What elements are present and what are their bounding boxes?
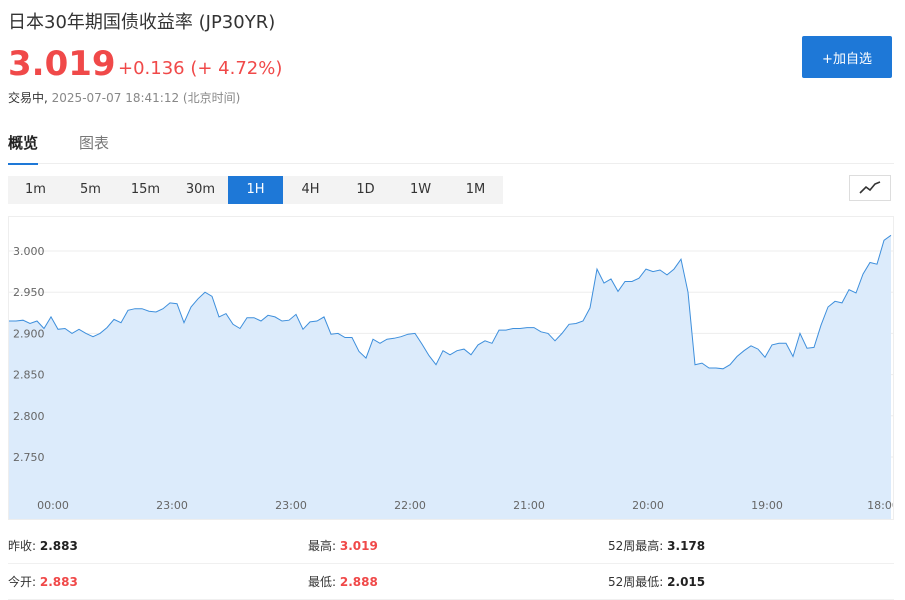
chart-canvas: 3.000 2.950 2.900 2.850 2.800 2.750 00:00 23:00… bbox=[9, 234, 893, 519]
change-value: +0.136 bbox=[118, 58, 185, 79]
period-selector: 1m 5m 15m 30m 1H 4H 1D 1W 1M bbox=[8, 176, 503, 204]
timestamp: 2025-07-07 18:41:12 (北京时间) bbox=[51, 91, 241, 105]
period-4h[interactable]: 4H bbox=[283, 176, 338, 204]
tab-chart[interactable]: 图表 bbox=[79, 132, 109, 163]
y-tick-label: 3.000 bbox=[13, 245, 45, 258]
current-price: 3.019 bbox=[8, 44, 116, 84]
stat-52w-high: 52周最高: 3.178 bbox=[608, 537, 705, 554]
stat-prev-close: 昨收: 2.883 bbox=[8, 537, 78, 554]
period-1mo[interactable]: 1M bbox=[448, 176, 503, 204]
change-percent: (+ 4.72%) bbox=[190, 58, 283, 79]
y-tick-label: 2.900 bbox=[13, 327, 45, 340]
y-tick-label: 2.950 bbox=[13, 286, 45, 299]
stats-row: 今开: 2.883 最低: 2.888 52周最低: 2.015 bbox=[8, 564, 894, 600]
x-tick-label: 23:00 bbox=[156, 499, 188, 512]
x-tick-label: 19:00 bbox=[751, 499, 783, 512]
tab-overview[interactable]: 概览 bbox=[8, 132, 39, 165]
stat-label: 昨收: bbox=[8, 539, 37, 553]
chart-type-button[interactable] bbox=[849, 175, 891, 201]
line-chart-icon bbox=[859, 181, 881, 194]
stat-label: 最低: bbox=[308, 575, 337, 589]
x-tick-label: 21:00 bbox=[513, 499, 545, 512]
stat-label: 今开: bbox=[8, 575, 37, 589]
tab-bar: 概览 图表 bbox=[8, 128, 894, 165]
stat-value: 2.883 bbox=[39, 539, 78, 553]
period-30m[interactable]: 30m bbox=[173, 176, 228, 204]
stats-panel: 昨收: 2.883 最高: 3.019 52周最高: 3.178 今开: 2.8… bbox=[8, 528, 894, 600]
stat-value: 3.019 bbox=[339, 539, 378, 553]
y-tick-label: 2.850 bbox=[13, 369, 45, 382]
trading-status: 交易中, 2025-07-07 18:41:12 (北京时间) bbox=[8, 89, 240, 106]
stat-value: 2.883 bbox=[39, 575, 78, 589]
stat-open: 今开: 2.883 bbox=[8, 573, 78, 590]
period-5m[interactable]: 5m bbox=[63, 176, 118, 204]
stat-52w-low: 52周最低: 2.015 bbox=[608, 573, 705, 590]
add-watchlist-button[interactable]: +加自选 bbox=[802, 36, 892, 78]
period-1h[interactable]: 1H bbox=[228, 176, 283, 204]
price-chart[interactable]: 3.000 2.950 2.900 2.850 2.800 2.750 00:00 23:00… bbox=[8, 216, 894, 520]
price-area bbox=[9, 235, 891, 519]
stats-row: 昨收: 2.883 最高: 3.019 52周最高: 3.178 bbox=[8, 528, 894, 564]
price-change: +0.136 (+ 4.72%) bbox=[118, 58, 282, 79]
period-1m[interactable]: 1m bbox=[8, 176, 63, 204]
x-tick-label: 23:00 bbox=[275, 499, 307, 512]
period-1w[interactable]: 1W bbox=[393, 176, 448, 204]
stat-low: 最低: 2.888 bbox=[308, 573, 378, 590]
stat-value: 2.888 bbox=[339, 575, 378, 589]
x-tick-label: 18:00 bbox=[867, 499, 893, 512]
stat-value: 2.015 bbox=[667, 575, 706, 589]
instrument-title: 日本30年期国债收益率 (JP30YR) bbox=[8, 12, 276, 33]
x-tick-label: 22:00 bbox=[394, 499, 426, 512]
y-tick-label: 2.800 bbox=[13, 410, 45, 423]
stat-high: 最高: 3.019 bbox=[308, 537, 378, 554]
stat-label: 52周最低: bbox=[608, 575, 664, 589]
status-label: 交易中, bbox=[8, 91, 48, 105]
period-15m[interactable]: 15m bbox=[118, 176, 173, 204]
y-tick-label: 2.750 bbox=[13, 451, 45, 464]
stat-value: 3.178 bbox=[667, 539, 706, 553]
stat-label: 52周最高: bbox=[608, 539, 664, 553]
x-tick-label: 00:00 bbox=[37, 499, 69, 512]
x-tick-label: 20:00 bbox=[632, 499, 664, 512]
stat-label: 最高: bbox=[308, 539, 337, 553]
period-1d[interactable]: 1D bbox=[338, 176, 393, 204]
